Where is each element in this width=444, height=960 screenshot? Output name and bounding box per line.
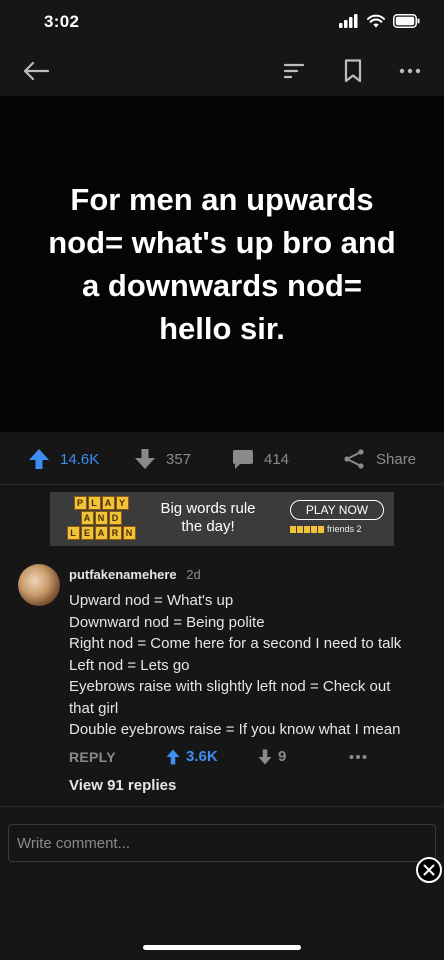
comment-bubble-icon: [233, 450, 253, 469]
comment-meta: putfakenamehere 2d: [69, 567, 201, 582]
close-icon: [423, 864, 435, 876]
post-text-line: a downwards nod=: [82, 268, 362, 303]
comments-button[interactable]: 414: [232, 448, 289, 470]
comment-more-icon[interactable]: [348, 749, 368, 765]
view-replies-link[interactable]: View 91 replies: [69, 777, 176, 794]
letter-tile: P: [73, 496, 87, 510]
upvote-arrow-icon: [166, 749, 180, 764]
comment-line: Downward nod = Being polite: [69, 613, 265, 631]
sort-icon[interactable]: [282, 60, 306, 82]
letter-tile: L: [66, 526, 80, 540]
comment-action-bar: REPLY 3.6K 9: [0, 746, 444, 770]
comment-composer[interactable]: [8, 824, 436, 862]
upvote-arrow-icon: [29, 449, 49, 469]
post-text-line: For men an upwards: [70, 182, 374, 217]
upvote-count: 14.6K: [60, 450, 100, 468]
comment-age: 2d: [186, 567, 201, 582]
status-time: 3:02: [44, 12, 80, 31]
share-button[interactable]: Share: [342, 448, 416, 470]
post-text-line: nod= what's up bro and: [48, 225, 396, 260]
comment-upvote-count: 3.6K: [186, 748, 218, 765]
comment-body: Upward nod = What's up Downward nod = Be…: [69, 590, 429, 741]
avatar[interactable]: [18, 564, 60, 606]
comment-downvote-button[interactable]: 9: [258, 748, 286, 765]
letter-tile: R: [108, 526, 122, 540]
comment-author[interactable]: putfakenamehere: [69, 567, 177, 582]
battery-icon: [393, 14, 420, 28]
letter-tile: N: [94, 511, 108, 525]
ad-headline: Big words rule the day!: [152, 500, 264, 536]
app-bar: [0, 46, 444, 96]
reply-button[interactable]: REPLY: [69, 749, 116, 765]
ad-logo: friends 2: [290, 524, 362, 534]
downvote-button[interactable]: 357: [134, 448, 191, 470]
letter-tile: A: [94, 526, 108, 540]
ad-headline-line: Big words rule: [160, 500, 256, 517]
letter-tile: A: [80, 511, 94, 525]
comment-downvote-count: 9: [278, 748, 287, 765]
tile-row: A N D: [64, 511, 138, 525]
letter-tile: N: [122, 526, 136, 540]
letter-tile: E: [80, 526, 94, 540]
comment-line: Eyebrows raise with slightly left nod = …: [69, 678, 391, 695]
share-icon: [344, 449, 364, 469]
letter-tile: Y: [115, 496, 129, 510]
ad-play-now-button[interactable]: PLAY NOW: [290, 500, 384, 520]
share-label: Share: [376, 450, 417, 468]
letter-tile: L: [87, 496, 101, 510]
status-icons: [339, 14, 420, 28]
bookmark-icon[interactable]: [342, 58, 364, 84]
comment-line: Right nod = Come here for a second I nee…: [69, 635, 402, 652]
comment-line: Double eyebrows raise = If you know what…: [69, 721, 401, 738]
close-button[interactable]: [416, 857, 442, 883]
status-bar: 3:02: [0, 0, 444, 46]
ad-headline-line: the day!: [181, 518, 235, 535]
back-arrow-icon[interactable]: [20, 58, 52, 84]
downvote-arrow-icon: [135, 449, 155, 469]
ad-letter-tiles: P L A Y A N D L E A R N: [64, 496, 138, 541]
comment-line: that girl: [69, 699, 119, 717]
ad-banner[interactable]: P L A Y A N D L E A R N Big words rule t…: [50, 492, 394, 546]
ad-logo-text: friends 2: [327, 524, 362, 534]
post-action-bar: 14.6K 357 414 Share: [0, 432, 444, 484]
divider: [0, 806, 444, 807]
divider: [0, 484, 444, 485]
home-indicator[interactable]: [143, 945, 301, 950]
downvote-arrow-icon: [258, 749, 272, 764]
tile-row: L E A R N: [64, 526, 138, 540]
downvote-count: 357: [166, 450, 192, 468]
comment-count: 414: [264, 450, 290, 468]
comment-line: Upward nod = What's up: [69, 592, 234, 609]
comment-line: Left nod = Lets go: [69, 656, 190, 674]
tile-row: P L A Y: [64, 496, 138, 510]
upvote-button[interactable]: 14.6K: [28, 448, 99, 470]
wifi-icon: [367, 14, 385, 28]
cellular-signal-icon: [339, 14, 358, 28]
letter-tile: D: [108, 511, 122, 525]
ad-logo-tiles: [290, 525, 324, 533]
comment-upvote-button[interactable]: 3.6K: [166, 748, 218, 765]
post-image[interactable]: For men an upwards nod= what's up bro an…: [0, 96, 444, 432]
letter-tile: A: [101, 496, 115, 510]
more-icon[interactable]: [398, 60, 422, 82]
comment-input[interactable]: [17, 825, 435, 861]
post-image-text: For men an upwards nod= what's up bro an…: [22, 178, 422, 350]
post-text-line: hello sir.: [159, 311, 285, 346]
